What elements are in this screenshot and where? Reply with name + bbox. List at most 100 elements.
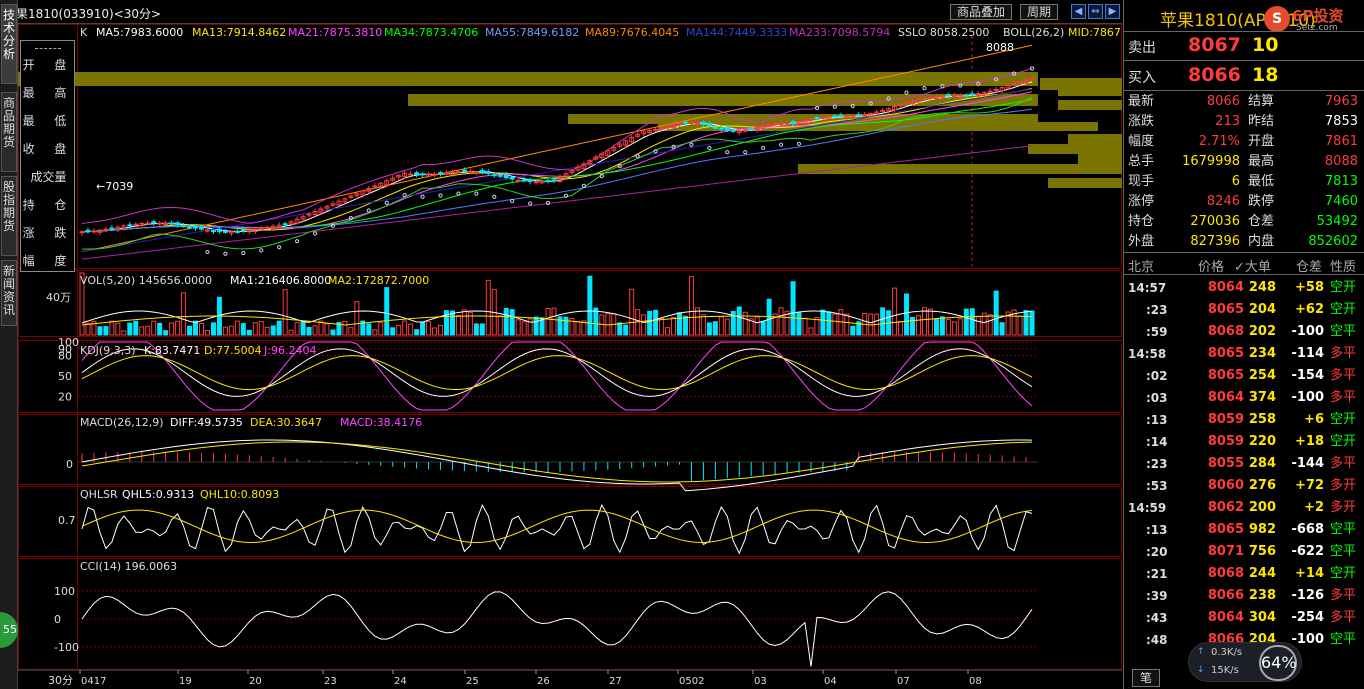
candle-body: [921, 97, 927, 100]
tick-volume: 304: [1248, 610, 1276, 625]
volume-bar: [623, 324, 629, 336]
tick-volume: 982: [1248, 522, 1276, 537]
sar-dot: [832, 104, 837, 109]
chip-distribution-bar: [798, 164, 1122, 174]
x-axis-period-label: 30分: [48, 674, 73, 687]
expand-icon[interactable]: ⇔: [1088, 4, 1103, 19]
candle-body: [515, 179, 521, 182]
x-axis-date-label: 27: [609, 676, 622, 687]
volume-bar: [497, 315, 503, 336]
volume-bar: [880, 307, 886, 336]
volume-bar: [408, 323, 414, 336]
chart-area[interactable]: 30分 0417 19 20 23 24 25 26 27 0502 03 04 07 08 K MA5:79…: [18, 24, 1122, 689]
tick-price: 8064: [1207, 280, 1244, 295]
quote-value: 213: [1215, 114, 1240, 129]
volume-bar: [850, 325, 856, 336]
volume-bar: [121, 330, 127, 336]
candle-body: [832, 115, 838, 118]
tick-volume: 276: [1248, 478, 1276, 493]
sar-dot: [761, 145, 766, 150]
tick-oi-change: -154: [1291, 368, 1324, 383]
volume-bar: [157, 322, 163, 336]
tab-ticks[interactable]: 笔: [1132, 669, 1160, 687]
kdj-d-label: D:77.5004: [204, 344, 262, 357]
volume-bar: [951, 321, 957, 336]
overlay-commodity-button[interactable]: 商品叠加: [950, 4, 1013, 20]
candle-body: [438, 172, 443, 175]
x-axis-date-label: 20: [249, 676, 262, 687]
volume-bar: [318, 320, 324, 336]
macd-dea-label: DEA:30.3647: [250, 416, 322, 429]
volume-bar: [927, 308, 933, 336]
volume-bar: [677, 312, 682, 336]
candle-body: [904, 102, 910, 105]
volume-bar: [342, 321, 348, 336]
tick-row[interactable]: 14:58 8065 234 -114 多平: [1124, 344, 1364, 364]
tick-nature: 空开: [1330, 412, 1357, 427]
prev-icon[interactable]: ◀: [1071, 4, 1086, 19]
divider: [1124, 60, 1364, 61]
volume-bar: [778, 307, 784, 336]
cci-line: [81, 591, 1033, 667]
candle-body: [694, 122, 700, 125]
candle-body: [210, 230, 216, 233]
volume-bar: [808, 327, 814, 336]
candle-body: [790, 120, 796, 125]
tick-price: 8064: [1207, 390, 1244, 405]
tick-row[interactable]: :02 8065 254 -154 多平: [1124, 366, 1364, 386]
tick-row[interactable]: :13 8059 258 +6 空开: [1124, 410, 1364, 430]
qhl5-line: [81, 503, 1033, 555]
volume-bar: [300, 320, 306, 336]
tick-oi-change: -622: [1291, 544, 1324, 559]
tick-row[interactable]: :21 8068 244 +14 空开: [1124, 564, 1364, 584]
tick-volume: 220: [1248, 434, 1276, 449]
tick-row[interactable]: :20 8071 756 -622 空平: [1124, 542, 1364, 562]
tab-commodity-futures[interactable]: 商品期货: [1, 92, 17, 172]
volume-bar: [199, 322, 204, 336]
qhl10-line: [81, 509, 1033, 544]
tick-row[interactable]: :53 8060 276 +72 多开: [1124, 476, 1364, 496]
tick-row[interactable]: :39 8066 238 -126 多平: [1124, 586, 1364, 606]
network-monitor-widget[interactable]: ↑ 0.3K/s ↓ 15K/s 64%: [1188, 642, 1302, 682]
sar-dot: [725, 150, 730, 155]
tick-row[interactable]: :43 8064 304 -254 多平: [1124, 608, 1364, 628]
tick-row[interactable]: :13 8065 982 -668 空平: [1124, 520, 1364, 540]
volume-bar: [252, 322, 258, 336]
tick-row[interactable]: :59 8068 202 -100 空平: [1124, 322, 1364, 342]
quote-value: 8066: [1206, 94, 1240, 109]
volume-bar: [420, 321, 426, 336]
cci-axis-label: -100: [54, 641, 79, 654]
tab-news[interactable]: 新闻资讯: [1, 260, 17, 326]
tick-row[interactable]: :03 8064 374 -100 多平: [1124, 388, 1364, 408]
sar-dot: [689, 142, 694, 147]
tick-row[interactable]: 14:59 8062 200 +2 多开: [1124, 498, 1364, 518]
quote-label: 开盘: [1248, 134, 1275, 149]
divider: [1124, 274, 1364, 275]
tab-technical-analysis[interactable]: 技术分析: [1, 4, 17, 84]
tick-price: 8066: [1207, 588, 1244, 603]
tick-price: 8068: [1207, 324, 1244, 339]
volume-bar: [659, 317, 665, 336]
candle-body: [706, 123, 712, 127]
candle-body: [927, 96, 933, 99]
tick-row[interactable]: :14 8059 220 +18 空开: [1124, 432, 1364, 452]
qhl10-label: QHL10:0.8093: [200, 488, 279, 501]
tick-oi-change: -114: [1291, 346, 1324, 361]
candle-body: [193, 225, 199, 229]
tick-row[interactable]: :23 8055 284 -144 多平: [1124, 454, 1364, 474]
info-divider: [35, 48, 61, 49]
tick-row[interactable]: 14:57 8064 248 +58 空开: [1124, 278, 1364, 298]
candle-body: [103, 228, 109, 231]
volume-bar: [509, 309, 515, 336]
main-indicator-label: K: [80, 26, 88, 39]
volume-bar: [187, 325, 193, 336]
next-icon[interactable]: ▶: [1105, 4, 1120, 19]
volume-bar: [904, 293, 910, 336]
quote-value: 8246: [1206, 194, 1240, 209]
info-close-label: 收 盘: [22, 142, 75, 156]
info-oi-label: 持 仓: [22, 198, 75, 212]
volume-bar: [796, 312, 802, 336]
tab-index-futures[interactable]: 股指期货: [1, 176, 17, 256]
period-button[interactable]: 周期: [1020, 4, 1059, 20]
tick-row[interactable]: :23 8065 204 +62 空开: [1124, 300, 1364, 320]
